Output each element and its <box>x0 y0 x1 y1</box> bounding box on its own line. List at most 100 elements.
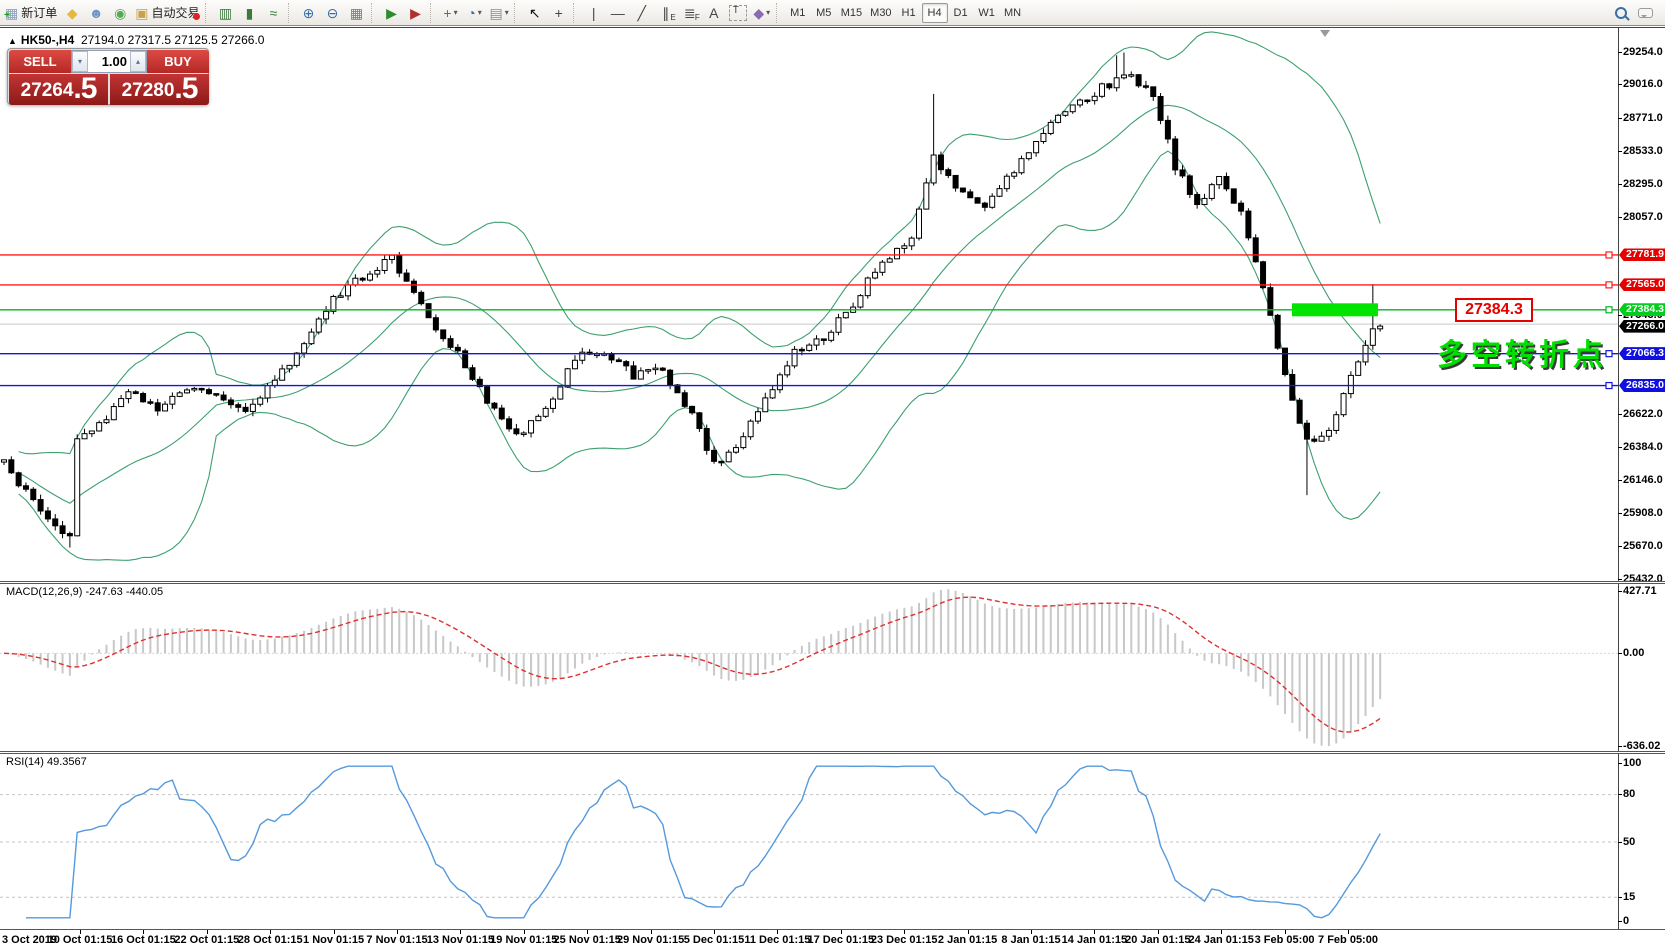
buy-button[interactable]: BUY <box>147 50 209 73</box>
timeframe-m1[interactable]: M1 <box>785 3 811 23</box>
tile-windows-icon[interactable]: ▦ <box>345 2 369 24</box>
signals-icon[interactable]: ◉ <box>108 2 132 24</box>
candlestick-chart-icon: ▮ <box>246 6 254 20</box>
macd-axis[interactable] <box>1618 584 1619 751</box>
line-chart-icon[interactable]: ≈ <box>262 2 286 24</box>
one-click-trading-panel: SELL ▾ 1.00 ▴ BUY 27264.5 27280.5 <box>7 48 209 105</box>
horizontal-line-icon: — <box>611 6 625 20</box>
price-tick-label: 28295.0 <box>1623 178 1663 190</box>
rsi-tick-label: 100 <box>1623 757 1641 769</box>
macd-pane[interactable]: MACD(12,26,9) -247.63 -440.05 427.710.00… <box>0 584 1665 751</box>
price-line-badge: 27565.0 <box>1619 278 1665 291</box>
timeframe-h1[interactable]: H1 <box>896 3 922 23</box>
time-tick-label: 14 Jan 01:15 <box>1062 934 1127 946</box>
text-label-icon[interactable]: T <box>726 2 750 24</box>
time-tick <box>80 930 81 934</box>
autotrading-button[interactable]: ▣自动交易 <box>132 2 202 24</box>
periods-button[interactable]: ◔▾ <box>463 2 487 24</box>
ohlc-values: 27194.0 27317.5 27125.5 27266.0 <box>81 33 265 47</box>
time-tick-label: 23 Dec 01:15 <box>871 934 938 946</box>
bollinger-lower-band <box>19 151 1381 560</box>
timeframe-w1[interactable]: W1 <box>974 3 1000 23</box>
price-chart-canvas[interactable] <box>0 28 1665 581</box>
vertical-line-icon: | <box>592 6 596 20</box>
text-icon: A <box>709 6 718 20</box>
price-line-badge: 27384.3 <box>1619 303 1665 316</box>
sell-button[interactable]: SELL <box>9 50 71 73</box>
time-tick-label: 28 Oct 01:15 <box>238 934 303 946</box>
highlight-rectangle[interactable] <box>1292 303 1378 316</box>
volume-value[interactable]: 1.00 <box>88 51 130 72</box>
channel-icon[interactable]: ∥E <box>654 2 678 24</box>
rsi-pane[interactable]: RSI(14) 49.3567 1008050150 <box>0 754 1665 929</box>
buy-price-button[interactable]: 27280.5 <box>110 74 209 105</box>
timeframe-d1[interactable]: D1 <box>948 3 974 23</box>
metaeditor-icon[interactable]: ◆ <box>60 2 84 24</box>
symbol-name: HK50-,H4 <box>21 33 74 47</box>
line-handle[interactable] <box>1606 383 1612 389</box>
time-tick <box>904 930 905 934</box>
collapse-icon[interactable]: ▲ <box>8 36 17 46</box>
annotation-text[interactable]: 多空转折点 <box>1437 330 1607 374</box>
time-tick-label: 16 Oct 01:15 <box>111 934 176 946</box>
indicators-button[interactable]: +▾ <box>439 2 463 24</box>
vertical-line-icon[interactable]: | <box>582 2 606 24</box>
cursor-icon[interactable]: ↖ <box>523 2 547 24</box>
time-tick <box>1221 930 1222 934</box>
chat-icon[interactable] <box>1633 2 1657 24</box>
macd-canvas[interactable] <box>0 584 1665 751</box>
timeframe-mn[interactable]: MN <box>1000 3 1026 23</box>
line-handle[interactable] <box>1606 282 1612 288</box>
bar-chart-icon[interactable]: ▥ <box>214 2 238 24</box>
zoom-in-icon[interactable]: ⊕ <box>297 2 321 24</box>
price-tick-label: 28533.0 <box>1623 145 1663 157</box>
line-handle[interactable] <box>1606 307 1612 313</box>
crosshair-icon[interactable]: + <box>547 2 571 24</box>
time-tick <box>1031 930 1032 934</box>
chart-shift-icon[interactable]: ▶ <box>404 2 428 24</box>
rsi-canvas[interactable] <box>0 754 1665 929</box>
price-axis[interactable] <box>1618 28 1619 581</box>
search-icon[interactable] <box>1609 2 1633 24</box>
auto-scroll-icon[interactable]: ▶ <box>380 2 404 24</box>
price-line-badge: 27066.3 <box>1619 347 1665 360</box>
toolbar-separator <box>288 3 295 23</box>
timeframe-h4[interactable]: H4 <box>922 3 948 23</box>
price-tick-label: 26622.0 <box>1623 408 1663 420</box>
new-order-button[interactable]: ▦+新订单 <box>2 2 60 24</box>
timeframe-m5[interactable]: M5 <box>811 3 837 23</box>
price-callout-box[interactable]: 27384.3 <box>1455 298 1533 322</box>
trendline-icon: ╱ <box>638 6 646 20</box>
templates-button[interactable]: ▤▾ <box>487 2 512 24</box>
horizontal-line-icon[interactable]: — <box>606 2 630 24</box>
toolbar-separator <box>776 3 783 23</box>
time-tick-label: 24 Jan 01:15 <box>1188 934 1253 946</box>
chart-title: ▲ HK50-,H4 27194.0 27317.5 27125.5 27266.… <box>8 33 264 47</box>
arrows-button[interactable]: ◆▾ <box>750 2 774 24</box>
terminal-window: ▦+新订单◆☻◉▣自动交易 ▥ ▮ ≈ ⊕⊖▦ ▶ ▶ +▾◔▾▤▾ ↖ + | — ╱ ∥E≣F AT◆▾… <box>0 0 1665 949</box>
zoom-out-icon[interactable]: ⊖ <box>321 2 345 24</box>
toolbar-separator <box>205 3 212 23</box>
volume-up-button[interactable]: ▴ <box>130 51 146 72</box>
cursor-icon: ↖ <box>529 6 541 20</box>
time-tick <box>1158 930 1159 934</box>
auto-scroll-icon: ▶ <box>386 6 397 20</box>
candlestick-chart-icon[interactable]: ▮ <box>238 2 262 24</box>
time-tick-label: 20 Jan 01:15 <box>1125 934 1190 946</box>
autotrading-button: ▣ <box>135 6 148 20</box>
line-handle[interactable] <box>1606 252 1612 258</box>
rsi-tick-label: 15 <box>1623 891 1635 903</box>
main-chart-pane[interactable]: 29254.029016.028771.028533.028295.028057… <box>0 28 1665 581</box>
chart-shift-icon: ▶ <box>410 6 421 20</box>
time-axis[interactable]: 3 Oct 201910 Oct 01:1516 Oct 01:1522 Oct… <box>0 929 1665 949</box>
chart-shift-marker[interactable] <box>1320 30 1330 37</box>
sell-price-button[interactable]: 27264.5 <box>9 74 108 105</box>
timeframe-m30[interactable]: M30 <box>866 3 895 23</box>
fibonacci-icon[interactable]: ≣F <box>678 2 702 24</box>
market-watch-icon[interactable]: ☻ <box>84 2 108 24</box>
timeframe-m15[interactable]: M15 <box>837 3 866 23</box>
trendline-icon[interactable]: ╱ <box>630 2 654 24</box>
text-icon[interactable]: A <box>702 2 726 24</box>
time-tick <box>1285 930 1286 934</box>
volume-down-button[interactable]: ▾ <box>72 51 88 72</box>
